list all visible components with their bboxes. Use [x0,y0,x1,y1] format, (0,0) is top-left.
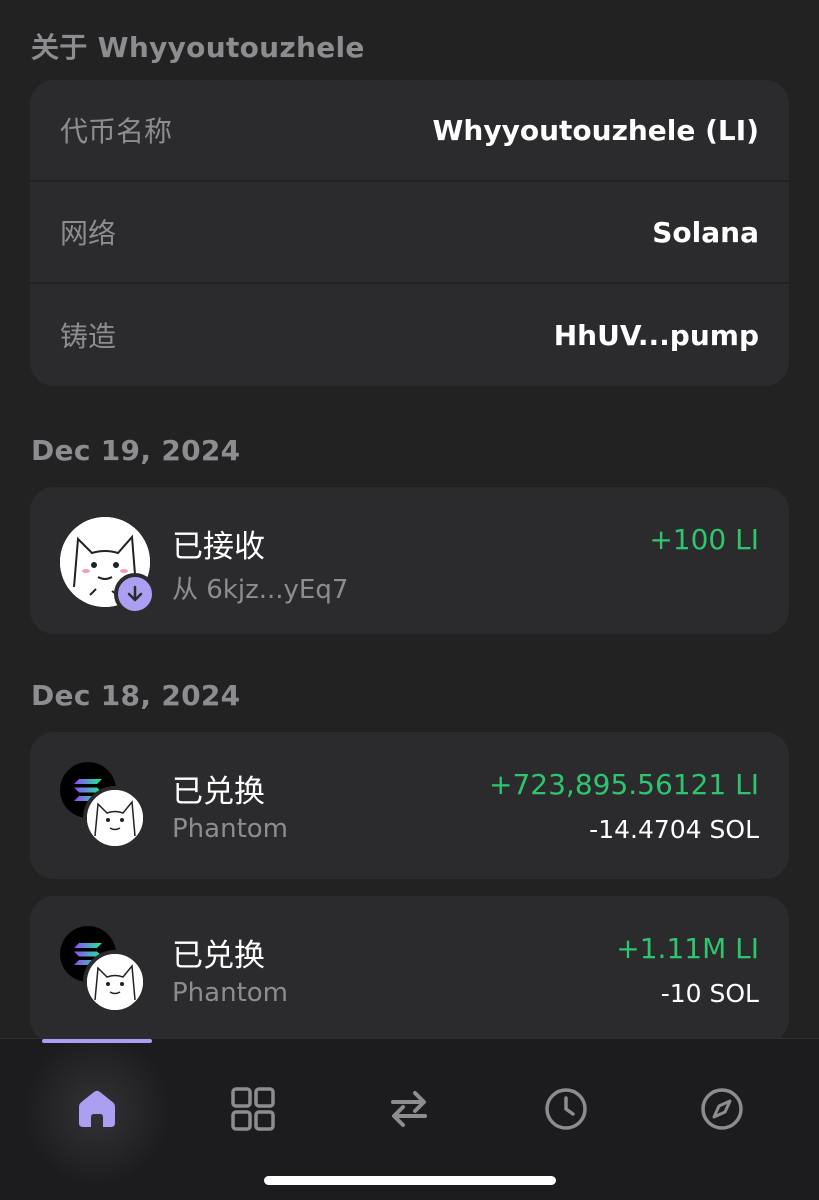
transaction-source: Phantom [172,978,288,1008]
transaction-card-received[interactable]: 已接收 从 6kjz...yEq7 +100 LI [30,487,789,634]
transaction-title: 已接收 [172,529,265,565]
transaction-amount-in: +1.11M LI [616,932,759,965]
token-name-value: Whyyoutouzhele (LI) [432,113,759,147]
transaction-amount: +100 LI [649,523,759,556]
about-section-title: 关于 Whyyoutouzhele [31,31,365,64]
active-tab-indicator [42,1039,152,1043]
transaction-amount-in: +723,895.56121 LI [489,768,759,801]
nav-explore[interactable] [682,1069,762,1149]
token-name-row: 代币名称 Whyyoutouzhele (LI) [30,80,789,182]
transaction-amount-out: -14.4704 SOL [589,815,759,844]
nav-home[interactable] [57,1069,137,1149]
home-icon [79,1090,115,1127]
network-row: 网络 Solana [30,182,789,284]
mint-label: 铸造 [60,320,117,353]
compass-icon [701,1088,743,1130]
arrow-down-icon [127,585,143,602]
transaction-title: 已兑换 [172,774,265,810]
token-name-label: 代币名称 [60,115,173,148]
transaction-card-swap[interactable]: 已兑换 Phantom +723,895.56121 LI -14.4704 S… [30,732,789,879]
swap-icon [391,1091,427,1127]
mint-address[interactable]: HhUV...pump [554,319,759,352]
network-label: 网络 [60,217,117,250]
about-card: 代币名称 Whyyoutouzhele (LI) 网络 Solana 铸造 Hh… [30,80,789,386]
mint-row[interactable]: 铸造 HhUV...pump [30,284,789,386]
token-detail-screen: 关于 Whyyoutouzhele 代币名称 Whyyoutouzhele (L… [0,0,819,1200]
date-header: Dec 18, 2024 [31,679,241,712]
transaction-amount-out: -10 SOL [660,979,759,1008]
nav-collectibles[interactable] [213,1069,293,1149]
transaction-source: Phantom [172,814,288,844]
clock-icon [545,1088,587,1130]
network-value: Solana [652,215,759,249]
nav-activity[interactable] [526,1069,606,1149]
token-avatar [83,950,147,1014]
transaction-title: 已兑换 [172,938,265,974]
grid-icon [231,1087,275,1131]
received-badge [114,573,156,615]
transaction-card-swap[interactable]: 已兑换 Phantom +1.11M LI -10 SOL [30,896,789,1043]
token-avatar [83,786,147,850]
nav-swap[interactable] [369,1069,449,1149]
date-header: Dec 19, 2024 [31,434,241,467]
transaction-sender: 从 6kjz...yEq7 [172,575,349,605]
home-indicator-bar [264,1176,556,1185]
